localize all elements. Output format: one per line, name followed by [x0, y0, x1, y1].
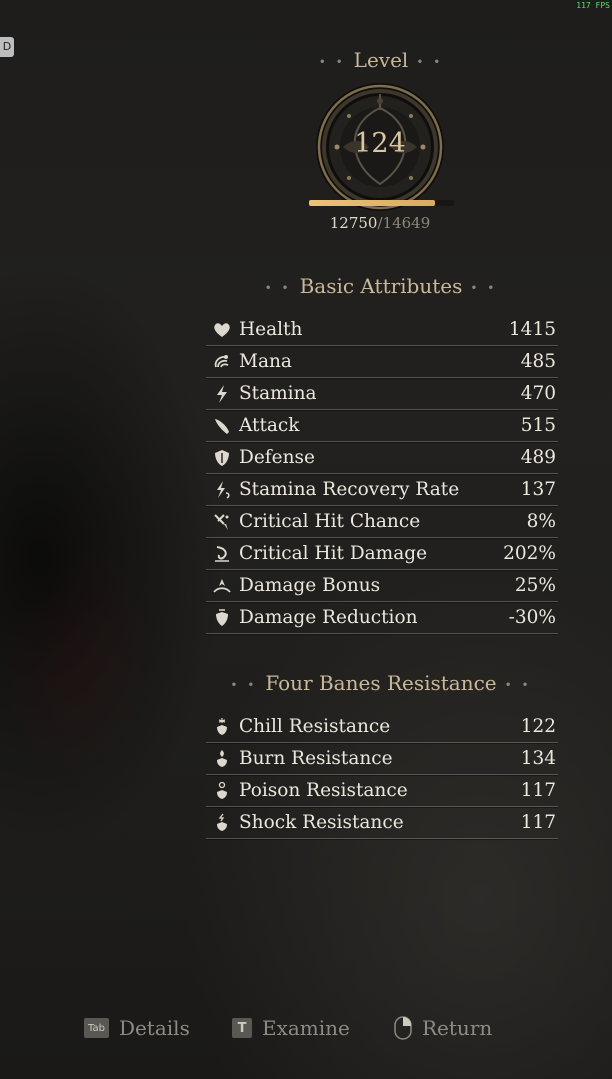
attribute-value: 8%	[526, 511, 556, 532]
return-button[interactable]: Return	[394, 1016, 492, 1040]
attribute-row-defense[interactable]: Defense 489	[206, 442, 558, 475]
attribute-label: Attack	[239, 415, 300, 436]
stamina-recovery-icon	[209, 479, 235, 501]
experience-bar-fill	[309, 200, 436, 206]
experience-readout: 12750/14649	[300, 214, 460, 232]
attribute-row-critical-hit-chance[interactable]: Critical Hit Chance 8%	[206, 506, 558, 539]
resistance-label: Burn Resistance	[239, 748, 393, 769]
chill-icon	[209, 716, 235, 738]
attribute-row-critical-hit-damage[interactable]: Critical Hit Damage 202%	[206, 538, 558, 571]
attribute-row-damage-bonus[interactable]: Damage Bonus 25%	[206, 570, 558, 603]
resistance-label: Shock Resistance	[239, 812, 404, 833]
tab-key-icon: Tab	[84, 1018, 109, 1038]
attribute-label: Damage Reduction	[239, 607, 418, 628]
resistance-row-chill[interactable]: Chill Resistance 122	[206, 711, 558, 744]
four-banes-list: Chill Resistance 122 Burn Resistance 134…	[206, 711, 558, 840]
attribute-row-attack[interactable]: Attack 515	[206, 410, 558, 443]
attribute-value: 202%	[503, 543, 556, 564]
shock-icon	[209, 812, 235, 834]
level-heading: • • Level • •	[318, 48, 444, 72]
attribute-label: Critical Hit Chance	[239, 511, 421, 532]
attribute-value: 1415	[508, 319, 556, 340]
corner-key-hint: D	[0, 37, 14, 57]
examine-button[interactable]: T Examine	[232, 1016, 350, 1040]
attribute-label: Damage Bonus	[239, 575, 381, 596]
four-banes-heading: • • Four Banes Resistance • •	[230, 671, 532, 695]
burn-icon	[209, 748, 235, 770]
fps-counter: 117 FPS	[576, 1, 610, 10]
heart-icon	[209, 319, 235, 341]
attribute-value: 25%	[514, 575, 556, 596]
footer-hints: Tab Details T Examine Return	[0, 1016, 612, 1048]
level-title: Level	[353, 48, 409, 72]
attribute-label: Health	[239, 319, 303, 340]
return-label: Return	[422, 1016, 493, 1040]
attribute-value: 485	[520, 351, 556, 372]
resistance-row-shock[interactable]: Shock Resistance 117	[206, 807, 558, 840]
attribute-value: 489	[520, 447, 556, 468]
blade-icon	[209, 415, 235, 437]
four-banes-title: Four Banes Resistance	[265, 671, 497, 695]
experience-max: 14649	[382, 214, 431, 232]
mana-swirl-icon	[209, 351, 235, 373]
basic-attributes-heading: • • Basic Attributes • •	[264, 274, 498, 298]
experience-current: 12750	[329, 214, 378, 232]
attribute-label: Stamina	[239, 383, 317, 404]
resistance-label: Chill Resistance	[239, 716, 391, 737]
attribute-label: Stamina Recovery Rate	[239, 479, 460, 500]
attribute-value: 515	[520, 415, 556, 436]
damage-bonus-icon	[209, 575, 235, 597]
resistance-value: 117	[520, 780, 556, 801]
resistance-label: Poison Resistance	[239, 780, 408, 801]
details-label: Details	[118, 1016, 190, 1040]
attribute-row-mana[interactable]: Mana 485	[206, 346, 558, 379]
resistance-value: 134	[520, 748, 556, 769]
t-key-icon: T	[232, 1018, 252, 1038]
resistance-row-burn[interactable]: Burn Resistance 134	[206, 743, 558, 776]
examine-label: Examine	[262, 1016, 350, 1040]
poison-icon	[209, 780, 235, 802]
resistance-row-poison[interactable]: Poison Resistance 117	[206, 775, 558, 808]
attribute-value: 137	[520, 479, 556, 500]
attribute-row-stamina-recovery-rate[interactable]: Stamina Recovery Rate 137	[206, 474, 558, 507]
crit-damage-icon	[209, 543, 235, 565]
attribute-row-damage-reduction[interactable]: Damage Reduction -30%	[206, 602, 558, 635]
attribute-label: Critical Hit Damage	[239, 543, 428, 564]
attribute-row-stamina[interactable]: Stamina 470	[206, 378, 558, 411]
attribute-row-health[interactable]: Health 1415	[206, 314, 558, 347]
stamina-bolt-icon	[209, 383, 235, 405]
damage-reduction-icon	[209, 607, 235, 629]
attribute-label: Defense	[239, 447, 315, 468]
experience-bar	[309, 200, 454, 206]
shield-icon	[209, 447, 235, 469]
resistance-value: 117	[520, 812, 556, 833]
level-value: 124	[354, 128, 406, 159]
basic-attributes-title: Basic Attributes	[299, 274, 463, 298]
attribute-value: -30%	[508, 607, 556, 628]
attribute-label: Mana	[239, 351, 292, 372]
right-mouse-button-icon	[394, 1016, 412, 1040]
crit-chance-icon	[209, 511, 235, 533]
details-button[interactable]: Tab Details	[84, 1016, 190, 1040]
resistance-value: 122	[520, 716, 556, 737]
attribute-value: 470	[520, 383, 556, 404]
basic-attributes-list: Health 1415 Mana 485 Stamina 470 Attack …	[206, 314, 558, 635]
